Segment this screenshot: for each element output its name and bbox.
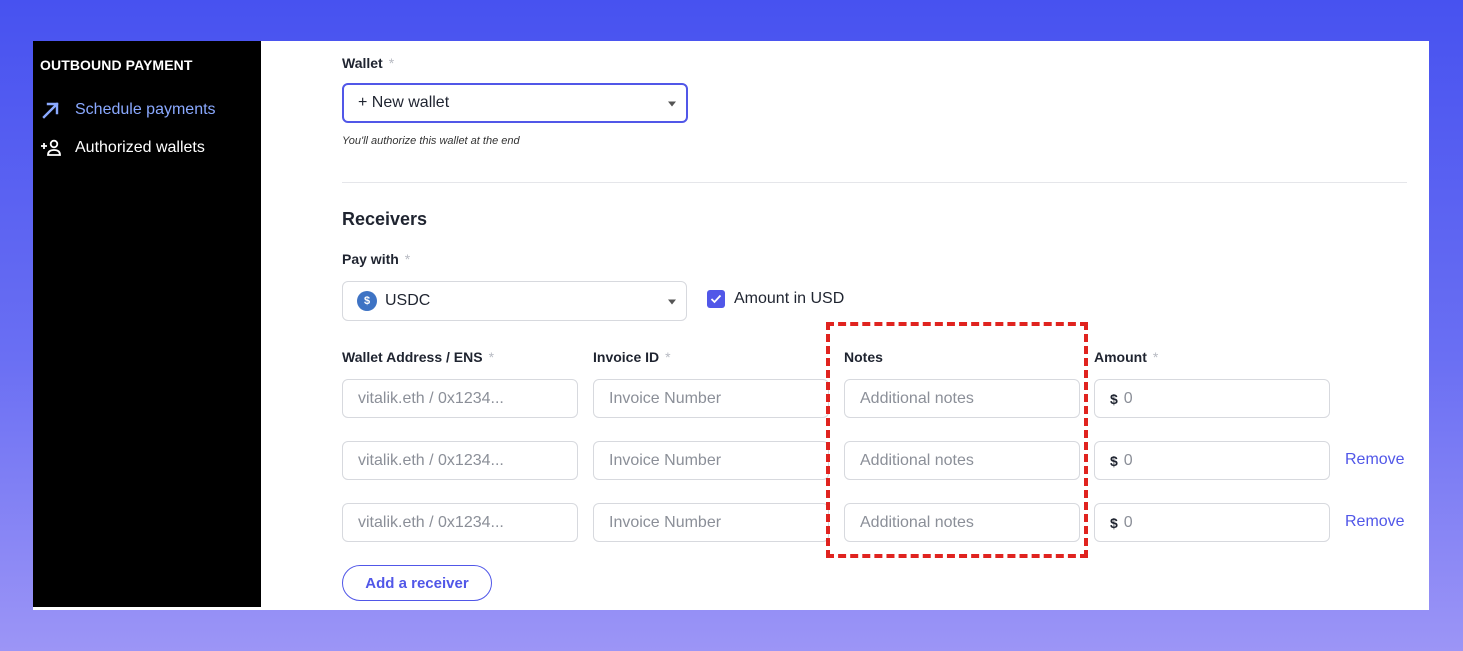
sidebar-item-label: Authorized wallets [75,139,205,156]
amount-header: Amount * [1094,349,1159,365]
wallet-label: Wallet * [342,55,395,71]
invoice-id-input[interactable]: Invoice Number [593,379,829,418]
wallet-helper-text: You'll authorize this wallet at the end [342,135,520,147]
notes-header: Notes [844,349,883,365]
currency-symbol: $ [1110,390,1118,407]
usdc-icon: $ [357,291,377,311]
pay-with-value: USDC [385,292,431,309]
sidebar-item-label: Schedule payments [75,101,216,118]
chevron-down-icon [668,299,676,305]
add-receiver-button[interactable]: Add a receiver [342,565,492,601]
app-window: OUTBOUND PAYMENT Schedule payments Autho… [33,41,1429,610]
remove-receiver-link[interactable]: Remove [1345,451,1405,469]
section-divider [342,182,1407,183]
wallet-address-input[interactable]: vitalik.eth / 0x1234... [342,503,578,542]
wallet-address-input[interactable]: vitalik.eth / 0x1234... [342,379,578,418]
sidebar-heading: OUTBOUND PAYMENT [40,57,193,73]
amount-input[interactable]: $ 0 [1094,503,1330,542]
notes-input[interactable]: Additional notes [844,441,1080,480]
amount-placeholder: 0 [1123,451,1133,469]
invoice-id-input[interactable]: Invoice Number [593,441,829,480]
main-content: Wallet * + New wallet You'll authorize th… [342,41,1429,610]
sidebar-item-schedule-payments[interactable]: Schedule payments [40,99,216,121]
amount-in-usd-checkbox[interactable]: Amount in USD [707,290,844,308]
amount-placeholder: 0 [1123,389,1133,407]
add-person-icon [40,137,62,159]
pay-with-select[interactable]: $ USDC [342,281,687,321]
receivers-title: Receivers [342,209,428,229]
remove-receiver-link[interactable]: Remove [1345,513,1405,531]
currency-symbol: $ [1110,452,1118,469]
checkmark-icon [707,290,725,308]
amount-input[interactable]: $ 0 [1094,441,1330,480]
arrow-up-right-icon [40,99,62,121]
invoice-id-input[interactable]: Invoice Number [593,503,829,542]
chevron-down-icon [668,101,676,107]
amount-in-usd-label: Amount in USD [734,290,845,307]
notes-input[interactable]: Additional notes [844,503,1080,542]
pay-with-label: Pay with * [342,251,411,267]
sidebar: OUTBOUND PAYMENT Schedule payments Autho… [33,41,261,607]
wallet-address-header: Wallet Address / ENS * [342,349,495,365]
currency-symbol: $ [1110,514,1118,531]
amount-input[interactable]: $ 0 [1094,379,1330,418]
sidebar-item-authorized-wallets[interactable]: Authorized wallets [40,137,205,159]
wallet-select-value: + New wallet [358,94,450,111]
wallet-address-input[interactable]: vitalik.eth / 0x1234... [342,441,578,480]
notes-input[interactable]: Additional notes [844,379,1080,418]
wallet-select[interactable]: + New wallet [342,83,688,123]
invoice-id-header: Invoice ID * [593,349,671,365]
amount-placeholder: 0 [1123,513,1133,531]
